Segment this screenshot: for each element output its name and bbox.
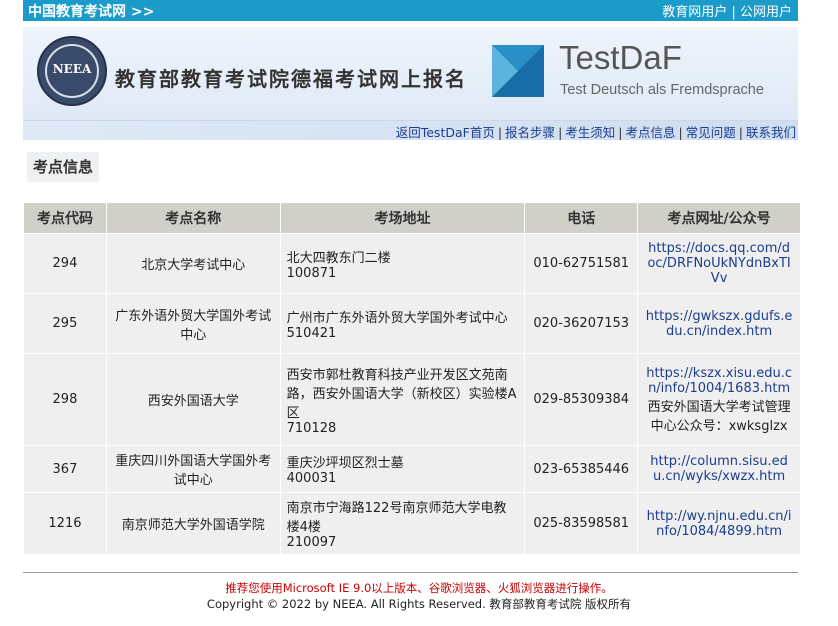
- cell-name: 南京师范大学外国语学院: [105, 492, 281, 555]
- page-title: 考点信息: [27, 152, 100, 182]
- logo-text: NEEA: [52, 62, 92, 76]
- nav-bar: 返回TestDaF首页 | 报名步骤 | 考生须知 | 考点信息 | 常见问题 | 联系我们: [23, 120, 798, 140]
- table-row: 294 北京大学考试中心 北大四教东门二楼 100871 010-62751581…: [23, 233, 801, 294]
- table-row: 298 西安外国语大学 西安市郭杜教育科技产业开发区文苑南路，西安外国语大学（新…: [23, 353, 801, 446]
- header-address: 考场地址: [279, 202, 526, 234]
- website-link[interactable]: https://kszx.xisu.edu.cn/info/1004/1683.…: [646, 366, 792, 396]
- cell-code: 367: [23, 445, 107, 493]
- cell-phone: 010-62751581: [524, 233, 639, 294]
- banner: NEEA 教育部教育考试院德福考试网上报名 TestDaF Test Deuts…: [23, 27, 798, 120]
- website-link[interactable]: http://column.sisu.edu.cn/wyks/xwzx.htm: [650, 454, 788, 484]
- wechat-account: 西安外国语大学考试管理中心公众号：xwksglzx: [647, 399, 791, 434]
- cell-address: 北大四教东门二楼 100871: [279, 233, 526, 294]
- cell-phone: 029-85309384: [524, 353, 639, 446]
- neea-site-link[interactable]: 中国教育考试网 >>: [28, 4, 154, 20]
- cell-website: https://gwkszx.gdufs.edu.cn/index.htm: [637, 293, 801, 354]
- nav-steps-link[interactable]: 报名步骤: [505, 125, 555, 140]
- nav-contact-link[interactable]: 联系我们: [746, 125, 796, 140]
- table-header-row: 考点代码 考点名称 考场地址 电话 考点网址/公众号: [23, 202, 801, 234]
- nav-home-link[interactable]: 返回TestDaF首页: [396, 125, 495, 140]
- divider: |: [731, 5, 736, 20]
- table-row: 295 广东外语外贸大学国外考试中心 广州市广东外语外贸大学国外考试中心 5104…: [23, 293, 801, 354]
- cell-website: https://kszx.xisu.edu.cn/info/1004/1683.…: [637, 353, 801, 446]
- table-row: 1216 南京师范大学外国语学院 南京市宁海路122号南京师范大学电教楼4楼 21…: [23, 492, 801, 555]
- cell-code: 1216: [23, 492, 107, 555]
- copyright: Copyright © 2022 by NEEA. All Rights Res…: [206, 597, 632, 611]
- public-user-link[interactable]: 公网用户: [740, 5, 792, 20]
- cell-address: 重庆沙坪坝区烈士墓 400031: [279, 445, 526, 493]
- website-link[interactable]: https://docs.qq.com/doc/DRFNoUkNYdnBxTIV…: [647, 241, 790, 286]
- cell-address: 广州市广东外语外贸大学国外考试中心 510421: [279, 293, 526, 354]
- browser-notice: 推荐您使用Microsoft IE 9.0以上版本、谷歌浏览器、火狐浏览器进行操…: [225, 581, 613, 595]
- cell-name: 重庆四川外国语大学国外考试中心: [105, 445, 281, 493]
- top-bar: 中国教育考试网 >> 教育网用户 | 公网用户: [23, 0, 798, 21]
- table-row: 367 重庆四川外国语大学国外考试中心 重庆沙坪坝区烈士墓 400031 023-…: [23, 445, 801, 493]
- cell-phone: 023-65385446: [524, 445, 639, 493]
- cell-name: 西安外国语大学: [105, 353, 281, 446]
- cell-website: http://column.sisu.edu.cn/wyks/xwzx.htm: [637, 445, 801, 493]
- header-name: 考点名称: [105, 202, 281, 234]
- cell-name: 北京大学考试中心: [105, 233, 281, 294]
- cell-code: 294: [23, 233, 107, 294]
- neea-logo-icon: NEEA: [37, 36, 107, 106]
- cell-website: https://docs.qq.com/doc/DRFNoUkNYdnBxTIV…: [637, 233, 801, 294]
- cell-code: 295: [23, 293, 107, 354]
- website-link[interactable]: https://gwkszx.gdufs.edu.cn/index.htm: [646, 309, 793, 339]
- edu-user-link[interactable]: 教育网用户: [662, 5, 727, 20]
- cell-name: 广东外语外贸大学国外考试中心: [105, 293, 281, 354]
- header-website: 考点网址/公众号: [637, 202, 801, 234]
- cell-phone: 025-83598581: [524, 492, 639, 555]
- testdaf-subtitle: Test Deutsch als Fremdsprache: [560, 82, 764, 98]
- website-link[interactable]: http://wy.njnu.edu.cn/info/1084/4899.htm: [647, 509, 792, 539]
- cell-address: 南京市宁海路122号南京师范大学电教楼4楼 210097: [279, 492, 526, 555]
- nav-notice-link[interactable]: 考生须知: [565, 125, 615, 140]
- header-code: 考点代码: [23, 202, 107, 234]
- footer-divider: [23, 572, 798, 573]
- banner-title: 教育部教育考试院德福考试网上报名: [115, 67, 467, 91]
- header-phone: 电话: [524, 202, 639, 234]
- test-center-table: 考点代码 考点名称 考场地址 电话 考点网址/公众号 294 北京大学考试中心 …: [23, 202, 801, 555]
- cell-website: http://wy.njnu.edu.cn/info/1084/4899.htm: [637, 492, 801, 555]
- testdaf-name: TestDaF: [559, 39, 682, 76]
- testdaf-logo-icon: [492, 45, 544, 97]
- cell-address: 西安市郭杜教育科技产业开发区文苑南路，西安外国语大学（新校区）实验楼A区 7101…: [279, 353, 526, 446]
- cell-code: 298: [23, 353, 107, 446]
- nav-faq-link[interactable]: 常见问题: [686, 125, 736, 140]
- cell-phone: 020-36207153: [524, 293, 639, 354]
- nav-centers-link[interactable]: 考点信息: [626, 125, 676, 140]
